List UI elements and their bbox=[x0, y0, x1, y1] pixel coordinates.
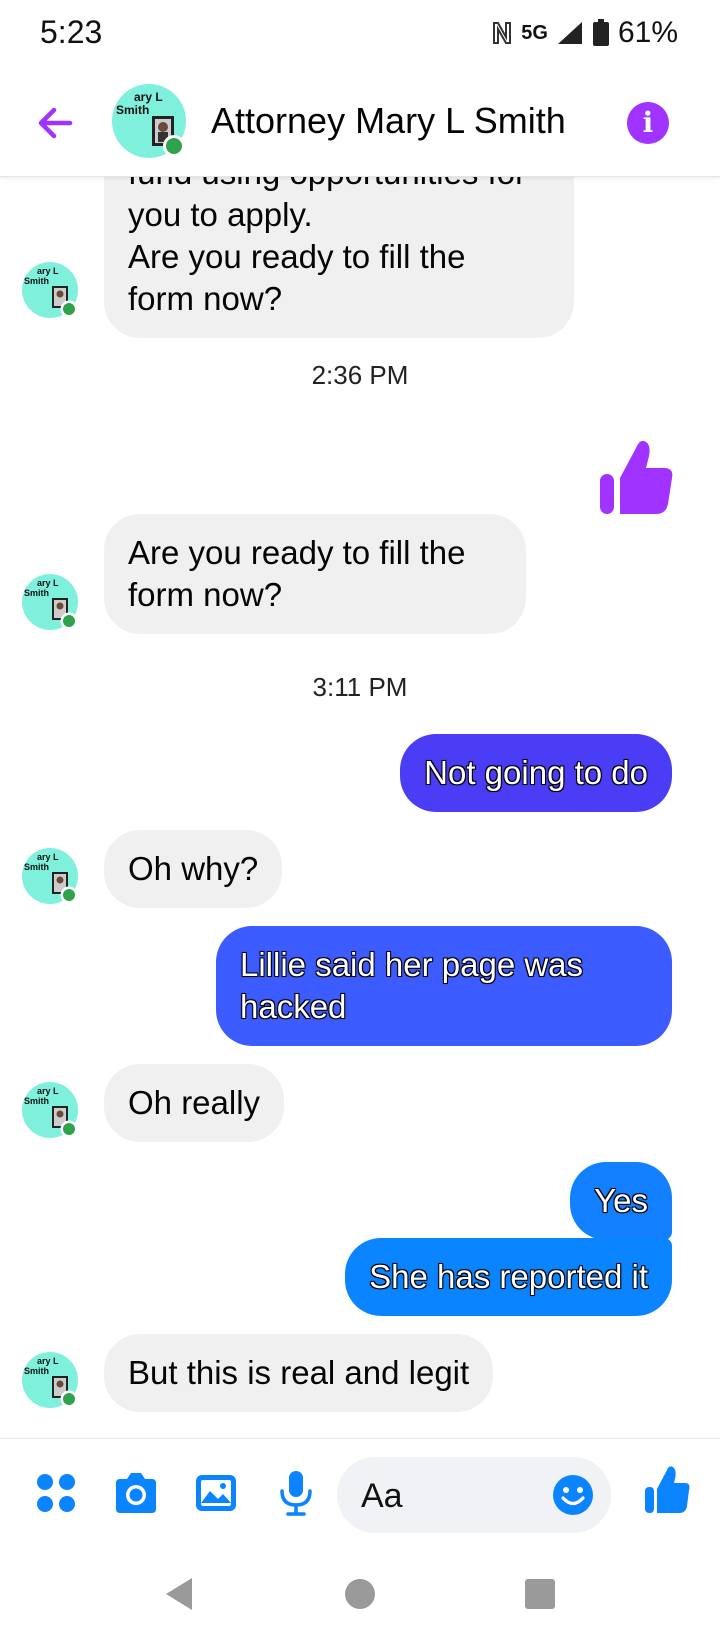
svg-text:Smith: Smith bbox=[24, 862, 49, 872]
nav-back-icon[interactable] bbox=[160, 1574, 200, 1614]
avatar-label-1: ary L bbox=[134, 90, 163, 104]
contact-name[interactable]: Attorney Mary L Smith bbox=[211, 100, 566, 142]
message-list[interactable]: fund using opportunities for you to appl… bbox=[0, 176, 720, 1438]
message-input[interactable]: Aa bbox=[337, 1457, 611, 1533]
system-nav-bar bbox=[0, 1548, 720, 1640]
status-time: 5:23 bbox=[40, 14, 103, 50]
chat-header: ary L Smith Attorney Mary L Smith i bbox=[0, 70, 720, 177]
outgoing-message[interactable]: She has reported it bbox=[345, 1238, 672, 1316]
battery-percent: 61% bbox=[617, 16, 678, 49]
emoji-icon[interactable] bbox=[551, 1473, 595, 1517]
status-bar: 5:23 5G 61% bbox=[0, 0, 720, 70]
svg-text:Smith: Smith bbox=[24, 1366, 49, 1376]
svg-text:Smith: Smith bbox=[24, 588, 49, 598]
svg-text:ary L: ary L bbox=[37, 578, 59, 588]
gallery-icon[interactable] bbox=[192, 1469, 240, 1517]
nfc-icon bbox=[493, 22, 512, 44]
signal-icon bbox=[557, 22, 582, 44]
svg-text:ary L: ary L bbox=[37, 1086, 59, 1096]
svg-text:Smith: Smith bbox=[24, 1096, 49, 1106]
thumbs-up-icon[interactable] bbox=[644, 1465, 690, 1515]
svg-text:ary L: ary L bbox=[37, 1356, 59, 1366]
contact-avatar-small: ary L Smith bbox=[22, 1352, 78, 1408]
nav-home-icon[interactable] bbox=[340, 1574, 380, 1614]
timestamp: 2:36 PM bbox=[311, 360, 409, 390]
incoming-message[interactable]: Oh really bbox=[104, 1064, 285, 1142]
outgoing-message[interactable]: Lillie said her page was hacked bbox=[216, 926, 672, 1046]
message-composer: Aa bbox=[0, 1438, 720, 1549]
svg-text:ary L: ary L bbox=[37, 266, 59, 276]
sent-thumbs-up-icon[interactable] bbox=[598, 438, 674, 518]
nav-recents-icon[interactable] bbox=[520, 1574, 560, 1614]
incoming-message[interactable]: But this is real and legit bbox=[104, 1334, 494, 1412]
outgoing-message[interactable]: Not going to do bbox=[400, 734, 672, 812]
svg-text:ary L: ary L bbox=[37, 852, 59, 862]
contact-avatar[interactable]: ary L Smith bbox=[112, 84, 186, 158]
status-icons: 5G 61% bbox=[491, 16, 678, 50]
battery-icon bbox=[592, 19, 609, 46]
incoming-message[interactable]: fund using opportunities for you to appl… bbox=[104, 176, 574, 338]
timestamp: 3:11 PM bbox=[312, 672, 408, 702]
incoming-message[interactable]: Are you ready to fill the form now? bbox=[104, 514, 526, 634]
apps-icon[interactable] bbox=[32, 1469, 80, 1517]
message-input-placeholder: Aa bbox=[361, 1477, 403, 1515]
camera-icon[interactable] bbox=[112, 1469, 160, 1517]
network-label: 5G bbox=[521, 21, 548, 44]
svg-text:Smith: Smith bbox=[24, 276, 49, 286]
contact-avatar-small: ary L Smith bbox=[22, 262, 78, 318]
microphone-icon[interactable] bbox=[272, 1469, 320, 1517]
back-arrow-icon[interactable] bbox=[30, 98, 80, 148]
contact-avatar-small: ary L Smith bbox=[22, 848, 78, 904]
contact-avatar-small: ary L Smith bbox=[22, 1082, 78, 1138]
info-icon[interactable]: i bbox=[627, 102, 669, 144]
incoming-message[interactable]: Oh why? bbox=[104, 830, 283, 908]
avatar-label-2: Smith bbox=[116, 103, 149, 117]
contact-avatar-small: ary L Smith bbox=[22, 574, 78, 630]
outgoing-message[interactable]: Yes bbox=[570, 1162, 672, 1240]
